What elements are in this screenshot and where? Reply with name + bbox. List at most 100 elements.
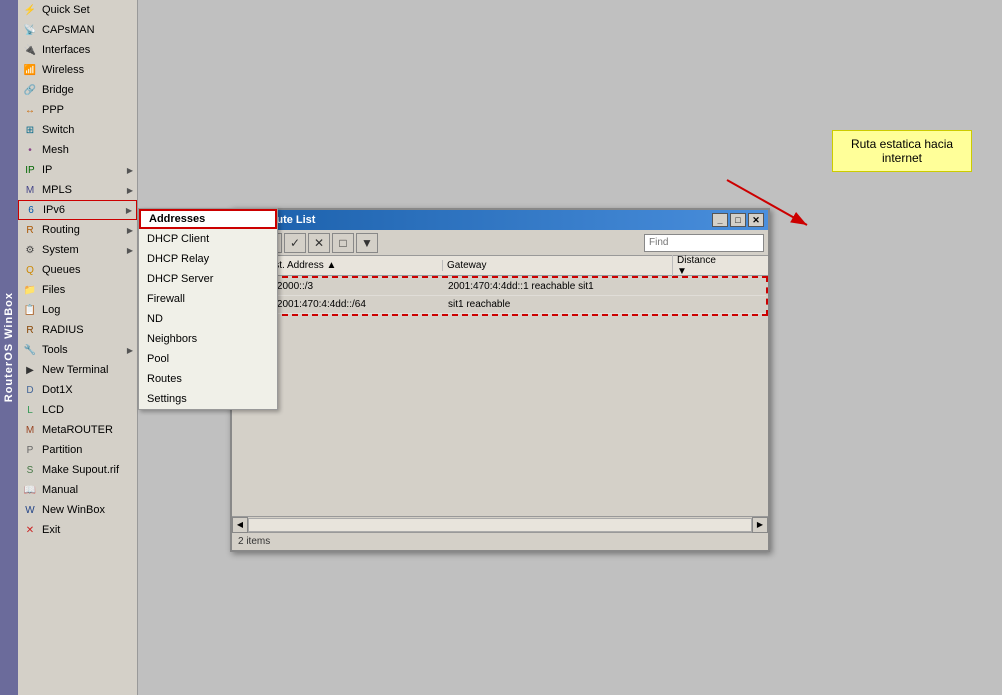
submenu-item-routes[interactable]: Routes: [139, 369, 277, 389]
sidebar-label-newwin: New WinBox: [42, 504, 105, 516]
sidebar-item-radius[interactable]: R RADIUS: [18, 320, 137, 340]
submenu-item-dhcp-server[interactable]: DHCP Server: [139, 269, 277, 289]
icon-manual: 📖: [22, 482, 38, 498]
sidebar-label-tools: Tools: [42, 344, 68, 356]
icon-quickset: ⚡: [22, 2, 38, 18]
row-dst-value-1: 2000::/3: [277, 281, 313, 292]
table-row[interactable]: DAC ▶ 2001:470:4:4dd::/64 sit1 reachable: [234, 296, 766, 314]
sidebar-label-interfaces: Interfaces: [42, 44, 90, 56]
row-dst-1: ▶ 2000::/3: [264, 281, 444, 292]
sidebar-item-bridge[interactable]: 🔗 Bridge: [18, 80, 137, 100]
sidebar-label-manual: Manual: [42, 484, 78, 496]
submenu-item-pool[interactable]: Pool: [139, 349, 277, 369]
sidebar-item-partition[interactable]: P Partition: [18, 440, 137, 460]
submenu-item-firewall[interactable]: Firewall: [139, 289, 277, 309]
sidebar-item-metarouter[interactable]: M MetaROUTER: [18, 420, 137, 440]
sidebar-item-queues[interactable]: Q Queues: [18, 260, 137, 280]
icon-files: 📁: [22, 282, 38, 298]
sidebar-item-switch[interactable]: ⊞ Switch: [18, 120, 137, 140]
submenu-label-dhcp-relay: DHCP Relay: [147, 253, 209, 265]
arrow-svg: [717, 175, 837, 235]
sidebar-item-log[interactable]: 📋 Log: [18, 300, 137, 320]
sidebar-item-newwin[interactable]: W New WinBox: [18, 500, 137, 520]
icon-ip: IP: [22, 162, 38, 178]
icon-bridge: 🔗: [22, 82, 38, 98]
sidebar-item-exit[interactable]: ✕ Exit: [18, 520, 137, 540]
sidebar-label-ipv6: IPv6: [43, 204, 65, 216]
submenu-item-addresses[interactable]: Addresses: [139, 209, 277, 229]
sidebar-label-partition: Partition: [42, 444, 82, 456]
check-button[interactable]: ✓: [284, 233, 306, 253]
sidebar-label-metarouter: MetaROUTER: [42, 424, 113, 436]
icon-interfaces: 🔌: [22, 42, 38, 58]
submenu-label-nd: ND: [147, 313, 163, 325]
submenu-item-dhcp-client[interactable]: DHCP Client: [139, 229, 277, 249]
tooltip-text: Ruta estatica hacia internet: [851, 137, 953, 165]
sidebar-label-bridge: Bridge: [42, 84, 74, 96]
sidebar-label-radius: RADIUS: [42, 324, 84, 336]
sidebar-item-quickset[interactable]: ⚡ Quick Set: [18, 0, 137, 20]
icon-queues: Q: [22, 262, 38, 278]
sidebar-item-newterminal[interactable]: ▶ New Terminal: [18, 360, 137, 380]
sidebar-item-wireless[interactable]: 📶 Wireless: [18, 60, 137, 80]
tooltip-callout: Ruta estatica hacia internet: [832, 130, 972, 172]
sidebar-label-log: Log: [42, 304, 60, 316]
icon-ipv6: 6: [23, 202, 39, 218]
table-body: AS ▶ 2000::/3 2001:470:4:4dd::1 reachabl…: [232, 276, 768, 516]
table-row[interactable]: AS ▶ 2000::/3 2001:470:4:4dd::1 reachabl…: [234, 278, 766, 296]
sidebar-item-manual[interactable]: 📖 Manual: [18, 480, 137, 500]
sidebar-item-ppp[interactable]: ↔ PPP: [18, 100, 137, 120]
sidebar-label-exit: Exit: [42, 524, 60, 536]
scroll-right-button[interactable]: ▶: [752, 517, 768, 533]
horizontal-scrollbar[interactable]: ◀ ▶: [232, 516, 768, 532]
scroll-left-button[interactable]: ◀: [232, 517, 248, 533]
sidebar-item-supout[interactable]: S Make Supout.rif: [18, 460, 137, 480]
sidebar-item-lcd[interactable]: L LCD: [18, 400, 137, 420]
submenu-label-settings: Settings: [147, 393, 187, 405]
clear-button[interactable]: ✕: [308, 233, 330, 253]
sidebar-item-capsman[interactable]: 📡 CAPsMAN: [18, 20, 137, 40]
ipv6-window-title: IPv6 Route List: [236, 214, 712, 226]
sidebar-item-files[interactable]: 📁 Files: [18, 280, 137, 300]
item-count: 2 items: [238, 536, 270, 547]
icon-metarouter: M: [22, 422, 38, 438]
sidebar-item-tools[interactable]: 🔧 Tools: [18, 340, 137, 360]
icon-mpls: M: [22, 182, 38, 198]
sidebar-label-queues: Queues: [42, 264, 81, 276]
col-gw-header[interactable]: Gateway: [442, 260, 672, 271]
sidebar-item-dot1x[interactable]: D Dot1X: [18, 380, 137, 400]
scroll-track[interactable]: [248, 518, 752, 532]
ipv6-route-window: IPv6 Route List _ □ ✕ + − ✓ ✕ □ ▼ Dst. A…: [230, 208, 770, 552]
ipv6-submenu: Addresses DHCP Client DHCP Relay DHCP Serve…: [138, 208, 278, 410]
sidebar-label-newterminal: New Terminal: [42, 364, 108, 376]
submenu-item-settings[interactable]: Settings: [139, 389, 277, 409]
sidebar-item-system[interactable]: ⚙ System: [18, 240, 137, 260]
sidebar-item-mesh[interactable]: • Mesh: [18, 140, 137, 160]
winbox-label: RouterOS WinBox: [0, 0, 18, 695]
icon-radius: R: [22, 322, 38, 338]
sidebar-item-ipv6[interactable]: 6 IPv6: [18, 200, 137, 220]
sidebar-label-dot1x: Dot1X: [42, 384, 73, 396]
filter-button[interactable]: ▼: [356, 233, 378, 253]
sidebar-label-switch: Switch: [42, 124, 74, 136]
submenu-item-neighbors[interactable]: Neighbors: [139, 329, 277, 349]
icon-exit: ✕: [22, 522, 38, 538]
col-dst-header[interactable]: Dst. Address ▲: [262, 260, 442, 271]
submenu-label-addresses: Addresses: [149, 213, 205, 225]
copy-button[interactable]: □: [332, 233, 354, 253]
sidebar-item-mpls[interactable]: M MPLS: [18, 180, 137, 200]
icon-system: ⚙: [22, 242, 38, 258]
icon-mesh: •: [22, 142, 38, 158]
col-dist-header[interactable]: Distance ▼: [672, 255, 732, 277]
icon-tools: 🔧: [22, 342, 38, 358]
icon-newterminal: ▶: [22, 362, 38, 378]
submenu-label-dhcp-client: DHCP Client: [147, 233, 209, 245]
row-gw-1: 2001:470:4:4dd::1 reachable sit1: [444, 281, 674, 292]
sidebar-item-ip[interactable]: IP IP: [18, 160, 137, 180]
submenu-item-dhcp-relay[interactable]: DHCP Relay: [139, 249, 277, 269]
sidebar-item-interfaces[interactable]: 🔌 Interfaces: [18, 40, 137, 60]
submenu-item-nd[interactable]: ND: [139, 309, 277, 329]
sidebar-item-routing[interactable]: R Routing: [18, 220, 137, 240]
row-dst-value-2: 2001:470:4:4dd::/64: [277, 299, 366, 310]
sidebar-label-ppp: PPP: [42, 104, 64, 116]
